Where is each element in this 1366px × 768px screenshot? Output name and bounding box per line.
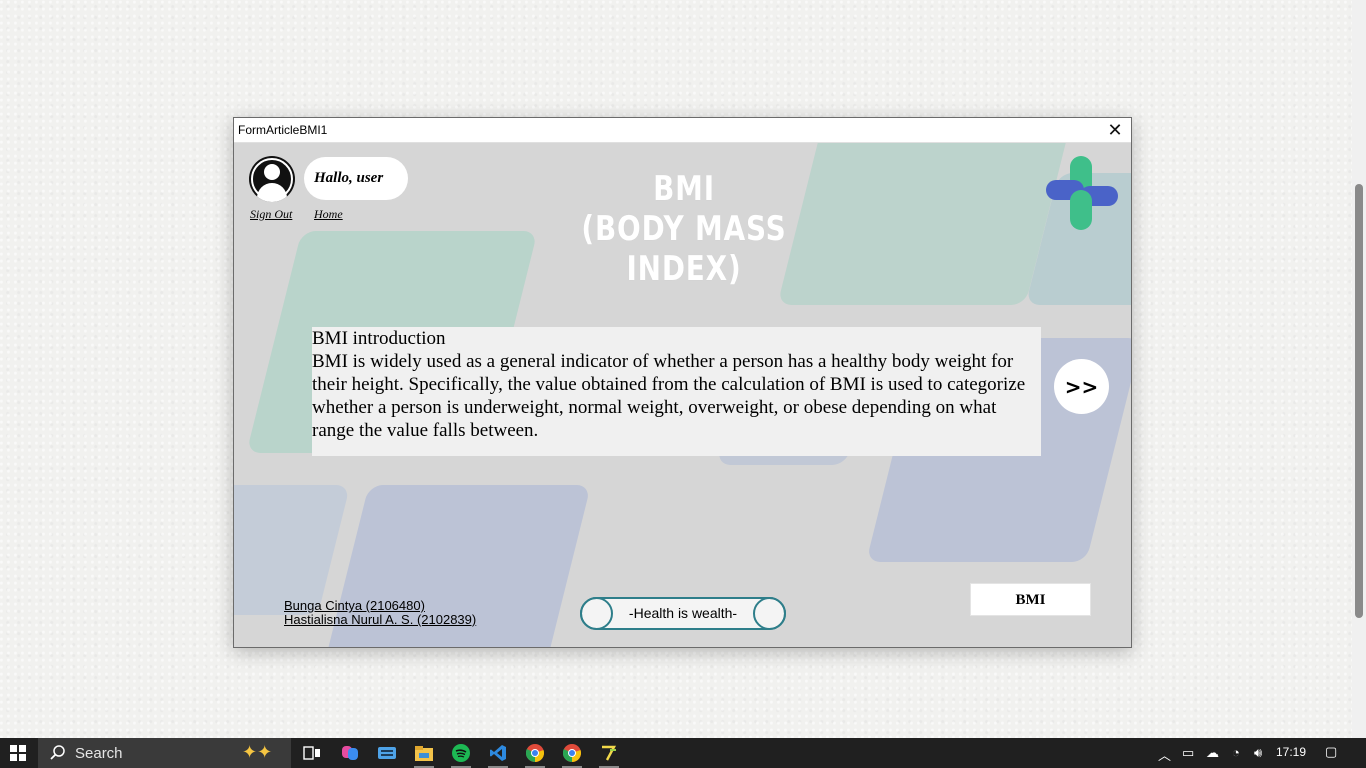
bg-shape-blue-corner bbox=[234, 485, 351, 615]
credits: Bunga Cintya (2106480) Hastialisna Nurul… bbox=[284, 599, 476, 627]
home-link[interactable]: Home bbox=[314, 207, 343, 222]
article-body: BMI is widely used as a general indicato… bbox=[312, 351, 1026, 441]
keyboard-icon[interactable] bbox=[370, 738, 404, 768]
motto-text: -Health is wealth- bbox=[628, 605, 738, 621]
article-textbox[interactable]: BMI introduction BMI is widely used as a… bbox=[312, 327, 1041, 456]
chevron-up-icon[interactable]: ︿ bbox=[1158, 745, 1171, 764]
windows-logo-icon bbox=[10, 745, 26, 761]
page-scrollbar-thumb[interactable] bbox=[1355, 184, 1363, 618]
form-window: FormArticleBMI1 ✕ Hallo, user Sign Out H… bbox=[233, 117, 1132, 648]
vscode-icon[interactable] bbox=[481, 738, 515, 768]
greeting-badge: Hallo, user bbox=[304, 157, 408, 200]
start-button[interactable] bbox=[0, 738, 36, 768]
wifi-icon[interactable]: ◔ bbox=[1232, 745, 1240, 760]
bmi-button[interactable]: BMI bbox=[970, 583, 1091, 616]
volume-icon[interactable]: 🔊︎ bbox=[1254, 745, 1262, 761]
user-avatar-icon bbox=[249, 156, 295, 202]
credit-line-2: Hastialisna Nurul A. S. (2102839) bbox=[284, 612, 477, 627]
sign-out-link[interactable]: Sign Out bbox=[250, 207, 292, 222]
motto-left-cap bbox=[580, 597, 613, 630]
window-title: FormArticleBMI1 bbox=[238, 123, 328, 137]
search-placeholder: Search bbox=[75, 745, 123, 762]
credit-line-1: Bunga Cintya (2106480) bbox=[284, 598, 425, 613]
file-explorer-icon[interactable] bbox=[407, 738, 441, 768]
form-client-area: Hallo, user Sign Out Home BMI (BODY MASS… bbox=[234, 143, 1131, 647]
motto-badge: -Health is wealth- bbox=[580, 597, 786, 630]
page-title-line-1: BMI bbox=[653, 169, 715, 209]
motto-right-cap bbox=[753, 597, 786, 630]
sparkle-icon: ✦✦ bbox=[242, 742, 273, 762]
battery-icon[interactable]: ▭ bbox=[1182, 745, 1194, 761]
page-title: BMI (BODY MASS INDEX) bbox=[536, 169, 831, 289]
notification-icon[interactable]: ▢ bbox=[1325, 744, 1337, 760]
next-button[interactable]: >> bbox=[1054, 359, 1109, 414]
spotify-icon[interactable] bbox=[444, 738, 478, 768]
chrome-icon[interactable] bbox=[518, 738, 552, 768]
taskbar-search-box[interactable]: Search ✦✦ bbox=[38, 738, 291, 768]
taskbar-clock[interactable]: 17:19 bbox=[1276, 745, 1306, 759]
taskbar: Search ✦✦ ︿ ▭ ☁ ◔ 🔊︎ 17:19 ▢ bbox=[0, 738, 1366, 768]
tab-app-icon[interactable] bbox=[592, 738, 626, 768]
cloud-icon[interactable]: ☁ bbox=[1206, 745, 1219, 761]
health-cross-logo-icon bbox=[1046, 156, 1118, 230]
article-heading: BMI introduction bbox=[312, 328, 446, 349]
close-icon[interactable]: ✕ bbox=[1099, 118, 1131, 142]
window-titlebar: FormArticleBMI1 ✕ bbox=[234, 118, 1131, 143]
page-title-line-2: (BODY MASS INDEX) bbox=[581, 209, 787, 289]
copilot-icon[interactable] bbox=[333, 738, 367, 768]
task-view-icon[interactable] bbox=[295, 738, 329, 768]
search-icon bbox=[50, 745, 65, 760]
chrome-icon[interactable] bbox=[555, 738, 589, 768]
